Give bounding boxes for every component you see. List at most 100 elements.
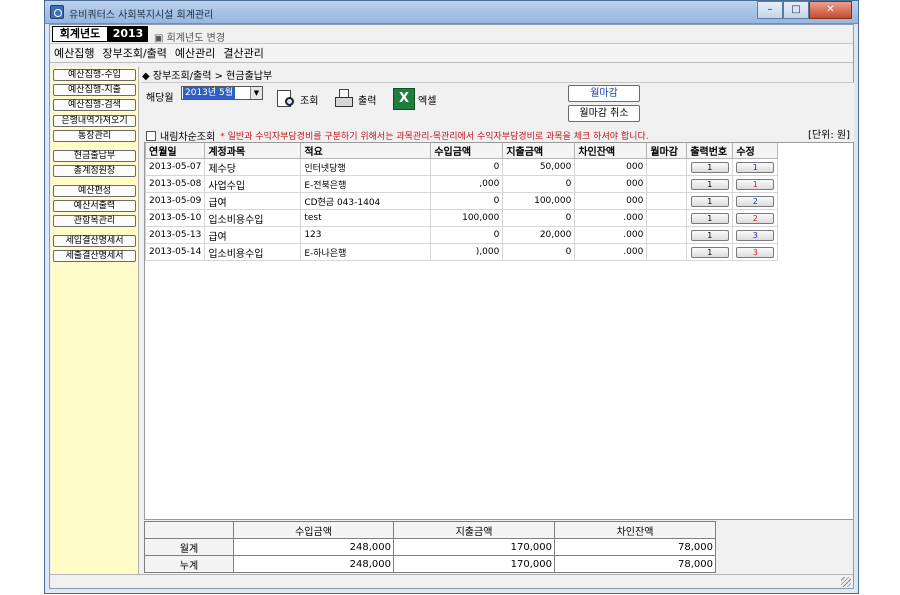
- toolbar: 해당월 2013년 5월 ▼ 조회 출력 X 엑셀 월마감 월마감 취소 내림차…: [141, 82, 854, 143]
- cell-memo: 123: [300, 226, 432, 244]
- sidebar-item-cashbook[interactable]: 현금출납부: [53, 150, 136, 162]
- cell-income: 0: [430, 226, 504, 244]
- table-row[interactable]: 2013-05-09 급여 CD현금 043-1404 0 100,000 000 1 2: [145, 192, 779, 210]
- cell-print-no: 1: [686, 192, 734, 210]
- edit-button[interactable]: 1: [736, 161, 775, 173]
- table-row[interactable]: 2013-05-07 제수당 인터넷당행 0 50,000 000 1 1: [145, 158, 779, 176]
- app-icon: [50, 5, 64, 19]
- print-number-button[interactable]: 1: [690, 212, 729, 224]
- sidebar-item-import-bank[interactable]: 은행내역가져오기: [53, 115, 136, 127]
- cell-income: ,000: [430, 175, 504, 193]
- col-closed[interactable]: 월마감: [646, 143, 688, 159]
- excel-button[interactable]: X 엑셀: [393, 87, 436, 111]
- cell-closed: [646, 226, 688, 244]
- print-number-button[interactable]: 1: [690, 246, 729, 258]
- print-number-button[interactable]: 1: [690, 161, 729, 173]
- menu-budget-management[interactable]: 예산관리: [175, 45, 215, 61]
- status-bar: [50, 574, 853, 588]
- edit-button[interactable]: 3: [736, 229, 775, 241]
- menu-settlement[interactable]: 결산관리: [223, 45, 263, 61]
- table-row[interactable]: 2013-05-08 사업수입 E-전북은행 ,000 0 000 1 1: [145, 175, 779, 193]
- cell-balance: 000: [574, 158, 648, 176]
- window-controls: – □ ✕: [757, 1, 852, 19]
- sidebar-item-general-ledger[interactable]: 총계정원장: [53, 165, 136, 177]
- summary-balance: 78,000: [554, 555, 716, 573]
- breadcrumb: ◆ 장부조회/출력 > 현금출납부: [142, 71, 273, 82]
- cell-print-no: 1: [686, 175, 734, 193]
- summary-head-income: 수입금액: [233, 521, 394, 539]
- search-button[interactable]: 조회: [275, 87, 318, 111]
- table-row[interactable]: 2013-05-14 입소비용수입 E-하나은행),000 0.000 1 3: [145, 243, 779, 261]
- col-balance[interactable]: 차인잔액: [574, 143, 648, 159]
- col-income[interactable]: 수입금액: [430, 143, 504, 159]
- summary-label: 누계: [144, 555, 234, 573]
- sidebar-item-expenditure-statement[interactable]: 세출결산명세서: [53, 250, 136, 262]
- cell-balance: 000: [574, 175, 648, 193]
- table-row[interactable]: 2013-05-10 입소비용수입 test 100,000 0.000 1 2: [145, 209, 779, 227]
- col-edit[interactable]: 수정: [732, 143, 779, 159]
- print-number-button[interactable]: 1: [690, 195, 729, 207]
- maximize-button[interactable]: □: [783, 1, 809, 19]
- printer-icon: [333, 88, 355, 110]
- summary-expense: 170,000: [393, 555, 555, 573]
- print-button-label: 출력: [358, 95, 377, 107]
- close-window-button[interactable]: ✕: [809, 1, 852, 19]
- col-account[interactable]: 계정과목: [204, 143, 302, 159]
- reverse-sort-label: 내림차순조회: [160, 132, 216, 143]
- edit-button[interactable]: 3: [736, 246, 775, 258]
- sidebar-item-budget-plan[interactable]: 예산편성: [53, 185, 136, 197]
- month-select[interactable]: 2013년 5월 ▼: [181, 86, 263, 100]
- cell-balance: .000: [574, 243, 648, 261]
- month-close-cancel-button[interactable]: 월마감 취소: [568, 105, 640, 122]
- menu-ledger[interactable]: 장부조회/출력: [102, 45, 166, 61]
- month-close-button[interactable]: 월마감: [568, 85, 640, 102]
- edit-button[interactable]: 1: [736, 178, 775, 190]
- resize-grip-icon[interactable]: [841, 577, 851, 587]
- sidebar-item-execution-search[interactable]: 예산집행-검색: [53, 99, 136, 111]
- summary-header-row: 수입금액 지출금액 차인잔액: [144, 521, 716, 539]
- fiscal-year-bar: 회계년도 2013 ▣ 회계년도 변경: [50, 25, 853, 44]
- client-area: 회계년도 2013 ▣ 회계년도 변경 예산집행 장부조회/출력 예산관리 결산…: [49, 24, 854, 589]
- col-date[interactable]: 연월일: [145, 143, 206, 159]
- sidebar-item-expense-execution[interactable]: 예산집행-지출: [53, 84, 136, 96]
- cell-income: ),000: [430, 243, 504, 261]
- cell-account: 사업수입: [204, 175, 302, 193]
- summary-income: 248,000: [233, 555, 394, 573]
- menu-bar: 예산집행 장부조회/출력 예산관리 결산관리: [50, 44, 853, 63]
- title-bar[interactable]: 유비쿼터스 사회복지시설 회계관리 – □ ✕: [45, 1, 858, 24]
- edit-button[interactable]: 2: [736, 195, 775, 207]
- cell-print-no: 1: [686, 243, 734, 261]
- summary-income: 248,000: [233, 538, 394, 556]
- cell-account: 입소비용수입: [204, 243, 302, 261]
- summary-balance: 78,000: [554, 538, 716, 556]
- sidebar-item-bankbook[interactable]: 통장관리: [53, 130, 136, 142]
- minimize-button[interactable]: –: [757, 1, 783, 19]
- cell-edit: 2: [732, 209, 779, 227]
- summary-head-expense: 지출금액: [393, 521, 555, 539]
- edit-button[interactable]: 2: [736, 212, 775, 224]
- cell-expense: 100,000: [502, 192, 576, 210]
- cell-memo: E-전북은행: [300, 175, 432, 193]
- print-button[interactable]: 출력: [333, 87, 376, 111]
- menu-budget-execution[interactable]: 예산집행: [54, 45, 94, 61]
- reverse-sort-checkbox[interactable]: [146, 130, 156, 141]
- print-number-button[interactable]: 1: [690, 229, 729, 241]
- sidebar-item-account-management[interactable]: 관항목관리: [53, 215, 136, 227]
- cell-closed: [646, 158, 688, 176]
- fiscal-year-change-link[interactable]: ▣ 회계년도 변경: [154, 29, 225, 44]
- cell-account: 입소비용수입: [204, 209, 302, 227]
- col-expense[interactable]: 지출금액: [502, 143, 576, 159]
- cell-date: 2013-05-09: [145, 192, 206, 210]
- sidebar-item-revenue-statement[interactable]: 세입결산명세서: [53, 235, 136, 247]
- print-number-button[interactable]: 1: [690, 178, 729, 190]
- chevron-down-icon[interactable]: ▼: [250, 87, 262, 99]
- sidebar-item-income-execution[interactable]: 예산집행-수입: [53, 69, 136, 81]
- col-print-no[interactable]: 출력번호: [686, 143, 734, 159]
- app-window: 유비쿼터스 사회복지시설 회계관리 – □ ✕ 회계년도 2013 ▣ 회계년도…: [44, 0, 859, 594]
- table-row[interactable]: 2013-05-13 급여 123 0 20,000.000 1 3: [145, 226, 779, 244]
- sidebar-item-budget-print[interactable]: 예산서출력: [53, 200, 136, 212]
- col-memo[interactable]: 적요: [300, 143, 432, 159]
- notice-text: * 일반과 수익자부담경비를 구분하기 위해서는 과목관리-목관리에서 수익자부…: [220, 132, 649, 142]
- fiscal-year-value: 2013: [108, 26, 148, 42]
- cell-print-no: 1: [686, 209, 734, 227]
